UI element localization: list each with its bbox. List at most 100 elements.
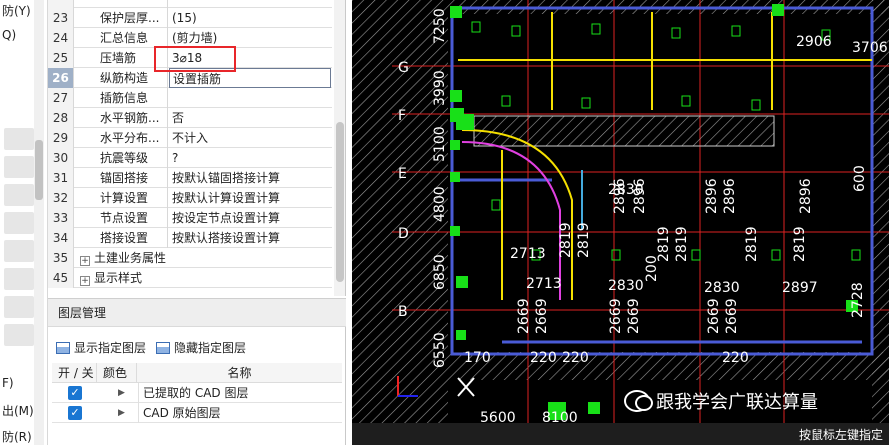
left-scrollbar[interactable] <box>34 0 44 445</box>
property-row-number: 33 <box>48 208 74 228</box>
left-button-1[interactable] <box>4 128 34 150</box>
left-label-3[interactable]: F) <box>2 376 14 390</box>
dimension-text-vertical: 2669 <box>534 298 550 334</box>
dimension-text-vertical: 2728 <box>850 282 866 318</box>
property-value[interactable]: (剪力墙) <box>169 28 331 48</box>
expand-plus-icon[interactable]: + <box>80 276 90 286</box>
expand-arrow-icon[interactable]: ▶ <box>118 403 125 423</box>
property-name: 水平分布... <box>76 128 168 148</box>
status-bar: 按鼠标左键指定 <box>352 423 889 445</box>
wechat-watermark: 跟我学会广联达算量 <box>624 388 818 418</box>
left-button-3[interactable] <box>4 184 34 206</box>
expand-plus-icon[interactable]: + <box>80 256 90 266</box>
property-group-name[interactable]: + 土建业务属性 <box>76 248 196 268</box>
property-value[interactable]: 否 <box>169 108 331 128</box>
show-layer-button[interactable]: 显示指定图层 <box>56 339 146 357</box>
cad-drawing-canvas[interactable]: G F E D B 7250 3990 5100 4800 6850 6550 2906 3706 271… <box>352 0 889 445</box>
property-row-number: 29 <box>48 128 74 148</box>
dimension-text-vertical: 2819 <box>792 226 808 262</box>
col-header-name[interactable]: 名称 <box>136 363 342 383</box>
left-button-8[interactable] <box>4 324 34 346</box>
dimension-text: 2830 <box>608 278 644 294</box>
property-value[interactable]: 按设定节点设置计算 <box>169 208 331 228</box>
property-row[interactable]: 31 锚固搭接 按默认锚固搭接计算 <box>48 168 332 188</box>
left-button-2[interactable] <box>4 156 34 178</box>
left-dimension: 5100 <box>432 126 448 162</box>
left-dimension: 7250 <box>432 8 448 44</box>
wechat-logo-icon <box>624 390 653 412</box>
left-dimension: 3990 <box>432 70 448 106</box>
property-row[interactable]: 34 搭接设置 按默认搭接设置计算 <box>48 228 332 248</box>
layer-name: 已提取的 CAD 图层 <box>138 383 248 403</box>
property-group-row[interactable]: 45 + 显示样式 <box>48 268 332 288</box>
property-value[interactable]: 按默认锚固搭接计算 <box>169 168 331 188</box>
left-button-5[interactable] <box>4 240 34 262</box>
property-name: 节点设置 <box>76 208 168 228</box>
cad-drawing: G F E D B 7250 3990 5100 4800 6850 6550 2906 3706 271… <box>352 0 889 445</box>
property-row-number: 24 <box>48 28 74 48</box>
col-header-toggle[interactable]: 开 / 关 <box>52 363 96 383</box>
axis-label: D <box>398 226 409 242</box>
expand-arrow-icon[interactable]: ▶ <box>118 383 125 403</box>
left-scrollbar-thumb[interactable] <box>35 140 43 200</box>
layer-checkbox[interactable]: ✓ <box>68 406 82 420</box>
property-group-name[interactable]: + 显示样式 <box>76 268 196 288</box>
dimension-text: 170 <box>464 350 491 366</box>
dimension-text-vertical: 2669 <box>724 298 740 334</box>
property-row[interactable]: 30 抗震等级? <box>48 148 332 168</box>
property-row[interactable]: 27 插筋信息 <box>48 88 332 108</box>
left-label-4[interactable]: 出(M) <box>2 402 34 419</box>
col-header-color[interactable]: 颜色 <box>96 363 136 383</box>
left-toolbar-strip: 防(Y) Q) F) 出(M) 防(R) <box>0 0 48 445</box>
property-row-number: 31 <box>48 168 74 188</box>
left-button-7[interactable] <box>4 296 34 318</box>
dimension-text-vertical: 200 <box>644 255 660 282</box>
hide-layer-button[interactable]: 隐藏指定图层 <box>156 339 246 357</box>
property-row-number: 26 <box>48 68 74 88</box>
property-name: 插筋信息 <box>76 88 168 108</box>
property-row[interactable]: 24 汇总信息 (剪力墙) <box>48 28 332 48</box>
left-label-5[interactable]: 防(R) <box>2 428 32 445</box>
property-row[interactable]: 28 水平钢筋... 否 <box>48 108 332 128</box>
property-row-partial <box>48 0 332 8</box>
property-row[interactable]: 29 水平分布... 不计入 <box>48 128 332 148</box>
left-button-6[interactable] <box>4 268 34 290</box>
layer-management-panel: 图层管理 显示指定图层 隐藏指定图层 开 / 关 颜色 名称 ✓ ▶ 已提取的 … <box>48 298 346 445</box>
property-row-number: 35 <box>48 248 74 268</box>
layer-row[interactable]: ✓ ▶ 已提取的 CAD 图层 <box>52 383 342 403</box>
left-button-4[interactable] <box>4 212 34 234</box>
property-row[interactable]: 33 节点设置 按设定节点设置计算 <box>48 208 332 228</box>
property-row-number: 34 <box>48 228 74 248</box>
property-value[interactable]: 不计入 <box>169 128 331 148</box>
dimension-text-vertical: 2819 <box>674 226 690 262</box>
property-row-number: 45 <box>48 268 74 288</box>
left-label-1[interactable]: 防(Y) <box>2 2 31 19</box>
property-name: 锚固搭接 <box>76 168 168 188</box>
group-label: 显示样式 <box>94 271 143 285</box>
show-layer-icon <box>56 342 70 354</box>
dimension-text: 2830 <box>704 280 740 296</box>
property-value[interactable]: 按默认计算设置计算 <box>169 188 331 208</box>
layer-panel-title: 图层管理 <box>48 299 346 327</box>
property-value[interactable]: ? <box>169 148 331 168</box>
property-name: 抗震等级 <box>76 148 168 168</box>
property-group-row[interactable]: 35 + 土建业务属性 <box>48 248 332 268</box>
property-name: 保护层厚... <box>76 8 168 28</box>
hatched-wall-area-bottom <box>448 352 889 380</box>
status-text: 按鼠标左键指定 <box>798 428 883 442</box>
layer-checkbox[interactable]: ✓ <box>68 386 82 400</box>
property-scrollbar-thumb[interactable] <box>336 122 344 282</box>
dimension-text: 220 <box>530 350 557 366</box>
property-value[interactable]: 按默认搭接设置计算 <box>169 228 331 248</box>
property-row-number: 28 <box>48 108 74 128</box>
dimension-text-vertical: 2896 <box>612 178 628 214</box>
left-label-2[interactable]: Q) <box>2 28 16 42</box>
dimension-text-vertical: 2896 <box>798 178 814 214</box>
property-panel: 23 保护层厚... (15) 24 汇总信息 (剪力墙) 25 压墙筋 3⌀18 26 纵筋构造设… <box>48 0 346 296</box>
property-row[interactable]: 32 计算设置 按默认计算设置计算 <box>48 188 332 208</box>
property-value[interactable] <box>169 88 331 108</box>
dimension-text-vertical: 600 <box>852 165 868 192</box>
property-row[interactable]: 23 保护层厚... (15) <box>48 8 332 28</box>
layer-row[interactable]: ✓ ▶ CAD 原始图层 <box>52 403 342 423</box>
property-value[interactable]: (15) <box>169 8 331 28</box>
